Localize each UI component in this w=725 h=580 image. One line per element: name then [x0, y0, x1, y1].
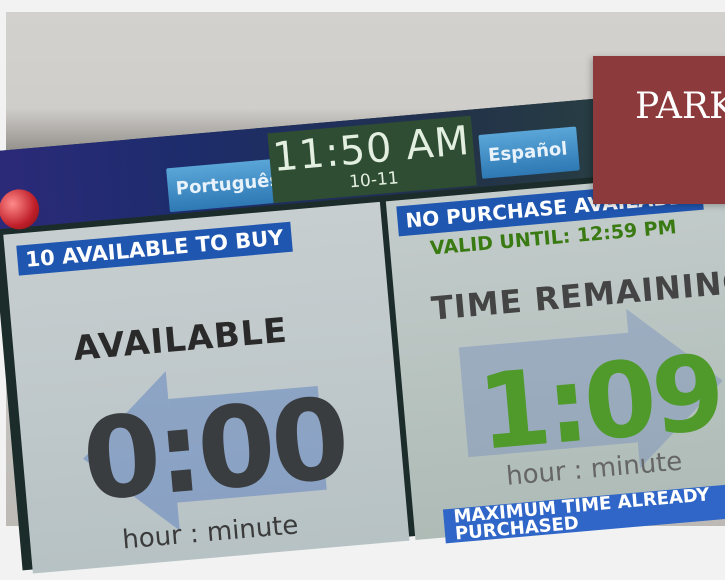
park-sign: PARK [593, 56, 725, 204]
language-portuguese-button[interactable]: Português [166, 158, 281, 213]
available-time: 0:00 [77, 374, 351, 527]
available-panel[interactable]: 10 AVAILABLE TO BUY AVAILABLE 0:00 hour … [3, 201, 410, 574]
clock-display: 11:50 AM 10-11 [267, 115, 477, 204]
park-sign-text: PARK [635, 86, 725, 127]
available-to-buy-banner: 10 AVAILABLE TO BUY [16, 221, 293, 276]
max-time-banner: MAXIMUM TIME ALREADY PURCHASED [442, 482, 725, 544]
remaining-time: 1:09 [473, 331, 725, 474]
available-heading: AVAILABLE [71, 310, 290, 370]
time-remaining-panel: NO PURCHASE AVAILABLE VALID UNTIL: 12:59… [385, 168, 725, 544]
red-button-icon[interactable] [0, 187, 41, 231]
language-spanish-button[interactable]: Español [478, 126, 580, 179]
